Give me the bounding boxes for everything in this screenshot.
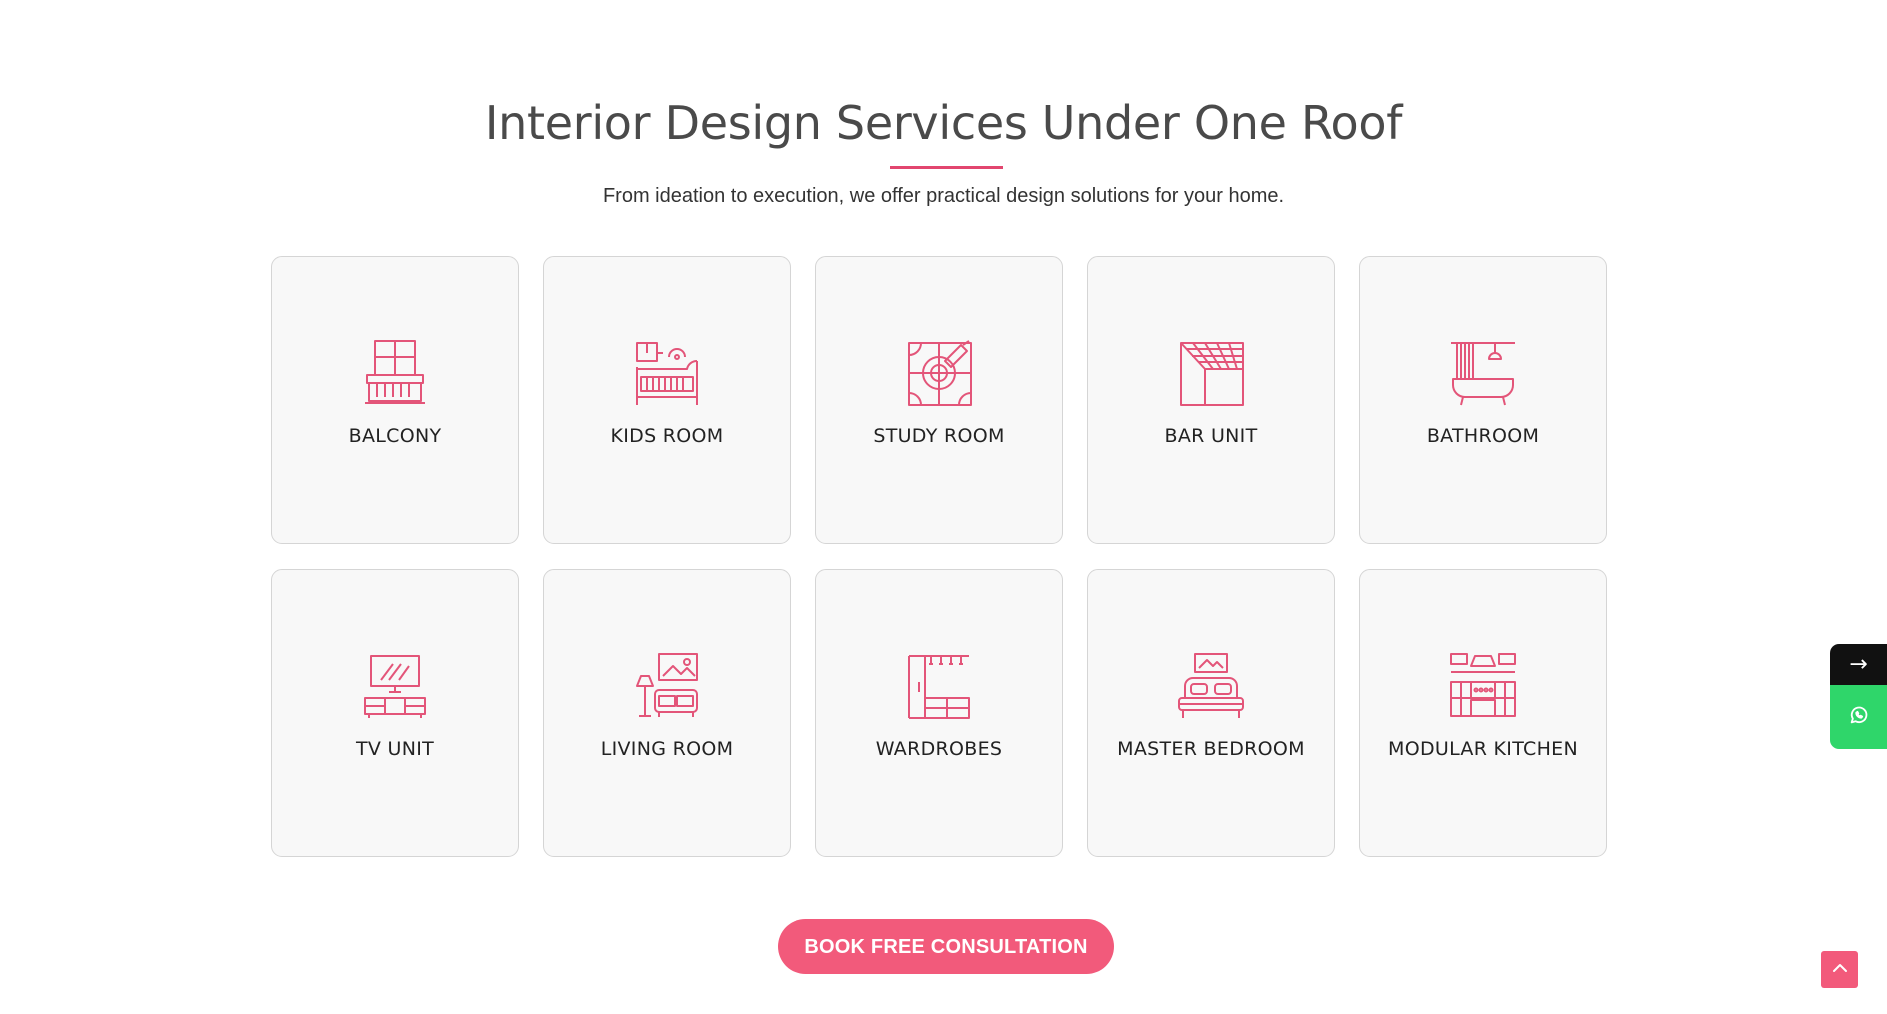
section-subtitle: From ideation to execution, we offer pra… bbox=[602, 185, 1285, 207]
balcony-icon bbox=[361, 339, 429, 407]
service-label: WARDROBES bbox=[875, 738, 1003, 760]
service-label: LIVING ROOM bbox=[600, 738, 734, 760]
section-title: Interior Design Services Under One Roof bbox=[484, 96, 1403, 150]
bathtub-icon bbox=[1449, 339, 1517, 407]
service-label: STUDY ROOM bbox=[873, 425, 1005, 447]
service-label: MASTER BEDROOM bbox=[1117, 738, 1305, 760]
bed-icon bbox=[1177, 652, 1245, 720]
service-card-living-room[interactable]: LIVING ROOM bbox=[543, 569, 791, 857]
study-design-icon bbox=[905, 339, 973, 407]
service-card-wardrobes[interactable]: WARDROBES bbox=[815, 569, 1063, 857]
title-underline bbox=[890, 166, 1003, 169]
service-card-modular-kitchen[interactable]: MODULAR KITCHEN bbox=[1359, 569, 1607, 857]
service-label: BALCONY bbox=[348, 425, 442, 447]
service-card-balcony[interactable]: BALCONY bbox=[271, 256, 519, 544]
service-card-tv-unit[interactable]: TV UNIT bbox=[271, 569, 519, 857]
service-card-bathroom[interactable]: BATHROOM bbox=[1359, 256, 1607, 544]
service-card-kids-room[interactable]: KIDS ROOM bbox=[543, 256, 791, 544]
service-label: BATHROOM bbox=[1426, 425, 1540, 447]
scroll-to-top-button[interactable] bbox=[1821, 951, 1858, 988]
service-card-master-bedroom[interactable]: MASTER BEDROOM bbox=[1087, 569, 1335, 857]
service-label: MODULAR KITCHEN bbox=[1388, 738, 1578, 760]
tv-unit-icon bbox=[361, 652, 429, 720]
chevron-up-icon bbox=[1830, 958, 1850, 982]
service-label: TV UNIT bbox=[355, 738, 435, 760]
service-card-study-room[interactable]: STUDY ROOM bbox=[815, 256, 1063, 544]
whatsapp-icon bbox=[1848, 704, 1870, 730]
crib-icon bbox=[633, 339, 701, 407]
kitchen-icon bbox=[1449, 652, 1517, 720]
wardrobe-icon bbox=[905, 652, 973, 720]
sofa-icon bbox=[633, 652, 701, 720]
service-card-bar-unit[interactable]: BAR UNIT bbox=[1087, 256, 1335, 544]
service-label: BAR UNIT bbox=[1164, 425, 1258, 447]
services-grid: BALCONY KIDS ROOM STUDY ROOM BAR UNIT BA… bbox=[271, 256, 1609, 857]
service-label: KIDS ROOM bbox=[610, 425, 724, 447]
arrow-right-icon[interactable]: → bbox=[1830, 644, 1887, 685]
bar-unit-icon bbox=[1177, 339, 1245, 407]
floating-action-panel: → bbox=[1830, 644, 1887, 749]
whatsapp-button[interactable] bbox=[1830, 685, 1887, 749]
book-consultation-button[interactable]: BOOK FREE CONSULTATION bbox=[778, 919, 1114, 974]
